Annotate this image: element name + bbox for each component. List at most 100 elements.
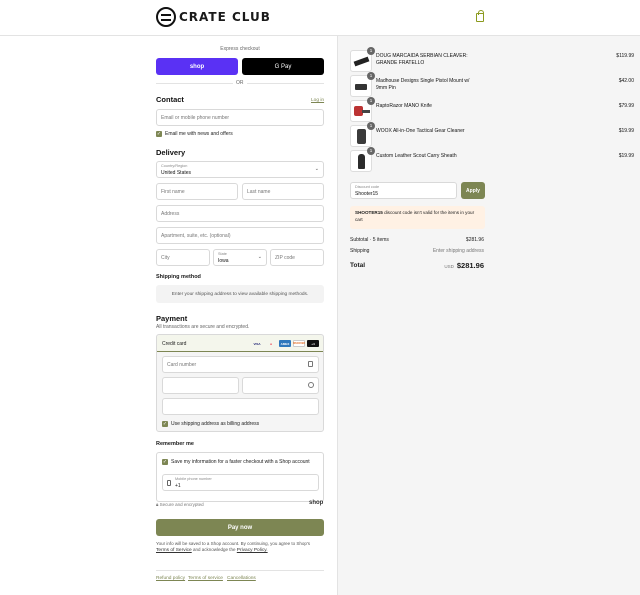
payment-subtitle: All transactions are secure and encrypte… (156, 324, 250, 330)
discount-label: Discount code (355, 185, 380, 189)
contact-title: Contact (156, 95, 184, 104)
terms-text-2: and acknowledge the (192, 547, 236, 552)
expiration-date-field[interactable] (162, 377, 239, 394)
secure-text: Secure and encrypted (159, 502, 204, 507)
crate-club-logo-icon (156, 7, 176, 27)
shop-pay-button[interactable]: shop (156, 58, 238, 75)
brand-logo[interactable]: CRATE CLUB (156, 7, 271, 27)
terms-text: Your info will be saved to a Shop accoun… (156, 541, 324, 554)
secure-note: 🔒︎ Secure and encrypted (156, 502, 204, 507)
item-price: $19.99 (618, 153, 634, 159)
state-label: State (218, 252, 227, 256)
payment-title: Payment (156, 314, 188, 323)
quantity-badge: 1 (367, 147, 375, 155)
first-name-field[interactable]: First name (156, 183, 238, 200)
product-image: 1 (350, 147, 375, 172)
express-checkout-title: Express checkout (220, 46, 260, 52)
item-price: $79.99 (618, 103, 634, 109)
item-price: $119.99 (616, 53, 634, 59)
credit-card-label: Credit card (162, 341, 187, 347)
item-name: Custom Leather Scout Carry Sheath (376, 153, 457, 159)
brand-name: CRATE CLUB (179, 10, 271, 24)
shop-logo: shop (309, 500, 324, 506)
remember-me-title: Remember me (156, 441, 194, 447)
visa-icon: VISA (253, 341, 261, 346)
footer-divider (156, 570, 324, 571)
quantity-badge: 1 (367, 122, 375, 130)
item-price: $19.99 (618, 128, 634, 134)
cart-item: 1 RaptoRazor MANO Knife $79.99 (350, 97, 634, 124)
item-name: WOOX All-in-One Tactical Gear Cleaner (376, 128, 465, 134)
payment-box: Credit card VISA ● AMEX DISCOVER +4 Card… (156, 334, 324, 432)
cart-item: 1 Madhouse Designs Single Pistol Mount w… (350, 72, 634, 99)
billing-checkbox[interactable]: ✓ (162, 421, 168, 427)
item-price: $42.00 (618, 78, 634, 84)
news-checkbox[interactable]: ✓ (156, 131, 162, 137)
city-field[interactable]: City (156, 249, 210, 266)
email-field[interactable]: Email or mobile phone number (156, 109, 324, 126)
cart-item: 1 WOOX All-in-One Tactical Gear Cleaner … (350, 122, 634, 149)
amex-icon: AMEX (279, 340, 291, 347)
chevron-down-icon: ⌄ (257, 254, 262, 260)
quantity-badge: 1 (367, 97, 375, 105)
checkout-form: Express checkout shop G Pay OR Contact L… (0, 36, 337, 595)
product-image: 1 (350, 72, 375, 97)
cancellations-link[interactable]: Cancellations (227, 576, 256, 581)
terms-text-1: Your info will be saved to a Shop accoun… (156, 541, 311, 546)
discount-value: Shooter15 (355, 191, 379, 197)
phone-prefix: +1 (175, 483, 181, 489)
discount-code-field[interactable]: Discount code Shooter15 (350, 182, 457, 199)
shipping-label: Shipping (350, 248, 370, 254)
header: CRATE CLUB (0, 0, 640, 36)
remember-me-box: ✓ Save my information for a faster check… (156, 452, 324, 502)
or-separator: OR (233, 80, 247, 86)
apartment-field[interactable]: Apartment, suite, etc. (optional) (156, 227, 324, 244)
state-select[interactable]: State Iowa ⌄ (213, 249, 267, 266)
currency-code: USD (444, 264, 454, 269)
country-select[interactable]: Country/Region United States ⌄ (156, 161, 324, 178)
privacy-policy-link[interactable]: Privacy Policy. (237, 548, 268, 553)
save-info-checkbox[interactable]: ✓ (162, 459, 168, 465)
shopping-bag-icon[interactable] (476, 10, 484, 22)
cart-item: 1 DOUG MARCAIDA SERBIAN CLEAVER: GRANDE … (350, 47, 634, 74)
terms-of-service-footer-link[interactable]: Terms of service (188, 576, 223, 581)
name-on-card-field[interactable] (162, 398, 319, 415)
chevron-down-icon: ⌄ (314, 166, 319, 172)
shipping-method-message: Enter your shipping address to view avai… (156, 285, 324, 303)
subtotal-value: $281.96 (465, 237, 484, 243)
refund-policy-link[interactable]: Refund policy (156, 576, 185, 581)
quantity-badge: 1 (367, 47, 375, 55)
apply-button[interactable]: Apply (461, 182, 485, 199)
mastercard-icon: ● (270, 341, 272, 346)
error-code: SHOOTER15 (355, 210, 383, 215)
zip-field[interactable]: ZIP code (270, 249, 324, 266)
cart-item: 1 Custom Leather Scout Carry Sheath $19.… (350, 147, 634, 174)
terms-of-service-link[interactable]: Terms of Service (156, 548, 192, 553)
help-icon[interactable] (308, 382, 314, 388)
country-label: Country/Region (161, 164, 188, 168)
product-image: 1 (350, 122, 375, 147)
delivery-title: Delivery (156, 148, 186, 157)
address-field[interactable]: Address (156, 205, 324, 222)
pay-now-button[interactable]: Pay now (156, 519, 324, 536)
item-name: RaptoRazor MANO Knife (376, 103, 432, 109)
quantity-badge: 1 (367, 72, 375, 80)
discover-icon: DISCOVER (293, 340, 305, 347)
total-value: $281.96 (456, 261, 484, 270)
order-summary: 1 DOUG MARCAIDA SERBIAN CLEAVER: GRANDE … (337, 36, 640, 595)
google-pay-button[interactable]: G Pay (242, 58, 324, 75)
product-image: 1 (350, 97, 375, 122)
last-name-field[interactable]: Last name (242, 183, 324, 200)
state-value: Iowa (218, 258, 229, 264)
phone-icon (167, 480, 171, 486)
mobile-phone-field[interactable]: Mobile phone number +1 (162, 474, 319, 491)
discount-error: SHOOTER15 discount code isn't valid for … (350, 206, 485, 229)
item-name: Madhouse Designs Single Pistol Mount w/ … (376, 78, 470, 91)
subtotal-label: Subtotal · 5 items (350, 237, 389, 243)
more-cards-badge: +4 (307, 340, 319, 347)
country-value: United States (161, 170, 192, 176)
phone-label: Mobile phone number (175, 477, 212, 481)
card-number-field[interactable]: Card number (162, 356, 319, 373)
login-link[interactable]: Log in (311, 98, 324, 103)
total-label: Total (350, 262, 366, 269)
